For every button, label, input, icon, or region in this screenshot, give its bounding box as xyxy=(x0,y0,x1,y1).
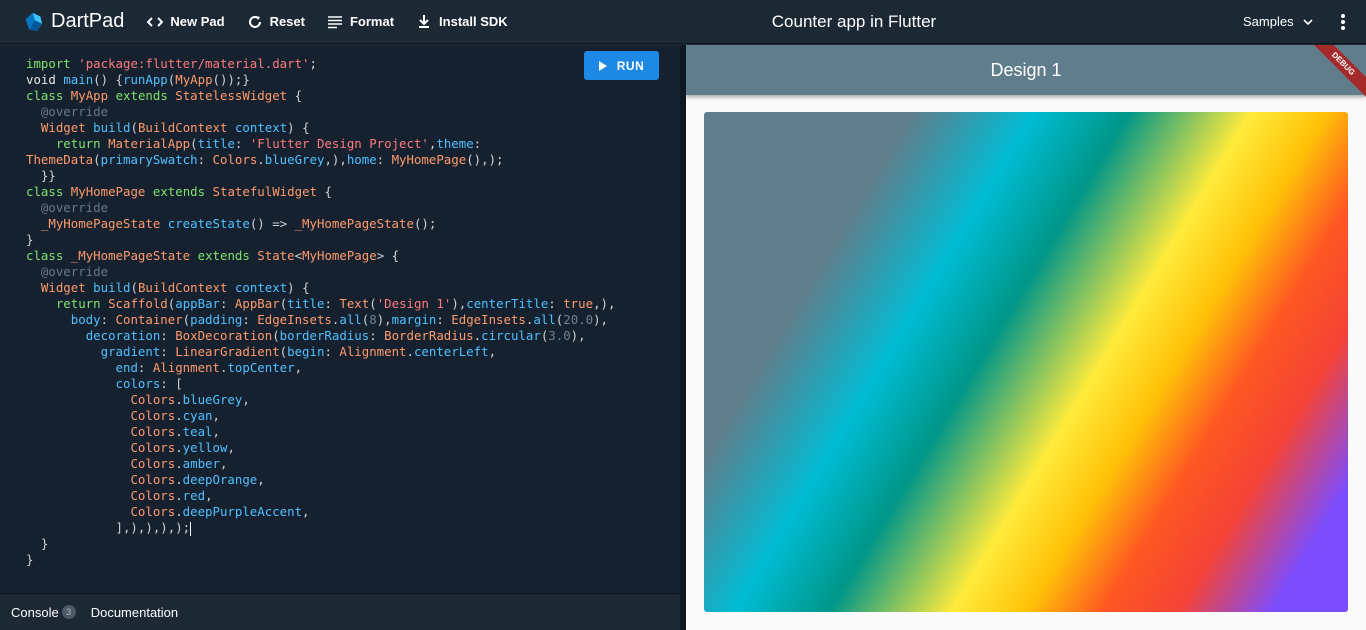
preview-app-bar-title: Design 1 xyxy=(990,59,1062,80)
format-lines-icon xyxy=(327,14,343,30)
install-sdk-button[interactable]: Install SDK xyxy=(416,14,508,30)
dart-logo-icon xyxy=(25,12,43,31)
install-sdk-label: Install SDK xyxy=(439,14,508,29)
code-editor[interactable]: import 'package:flutter/material.dart'; … xyxy=(0,45,680,593)
run-label: RUN xyxy=(616,58,645,73)
more-menu-icon[interactable] xyxy=(1336,12,1350,32)
app-name: DartPad xyxy=(51,10,125,32)
flutter-preview[interactable]: Design 1 DEBUG xyxy=(686,45,1366,630)
preview-app-bar: Design 1 xyxy=(686,45,1366,95)
console-label: Console xyxy=(11,604,59,620)
chevron-down-icon xyxy=(1303,18,1313,25)
format-label: Format xyxy=(349,14,395,29)
download-icon xyxy=(416,14,432,30)
editor-footer: Console 3 Documentation xyxy=(0,593,680,630)
dartpad-logo[interactable]: DartPad xyxy=(22,10,124,33)
code-icon xyxy=(147,14,164,30)
play-icon xyxy=(598,60,607,71)
refresh-icon xyxy=(247,14,263,30)
new-pad-button[interactable]: New Pad xyxy=(147,14,225,30)
code-text[interactable]: import 'package:flutter/material.dart'; … xyxy=(26,56,615,568)
top-bar: DartPad New Pad Reset Format Install SDK… xyxy=(0,0,1366,44)
gradient-container xyxy=(704,112,1348,612)
documentation-label: Documentation xyxy=(90,604,179,620)
samples-label: Samples xyxy=(1243,14,1294,29)
format-button[interactable]: Format xyxy=(327,14,394,30)
reset-button[interactable]: Reset xyxy=(247,14,305,30)
console-count-badge: 3 xyxy=(61,605,76,619)
new-pad-label: New Pad xyxy=(170,14,225,29)
run-button[interactable]: RUN xyxy=(584,51,659,80)
reset-label: Reset xyxy=(269,14,305,29)
samples-dropdown[interactable]: Samples xyxy=(1243,14,1314,29)
console-tab[interactable]: Console 3 xyxy=(11,605,76,620)
documentation-tab[interactable]: Documentation xyxy=(91,605,178,620)
pad-title: Counter app in Flutter xyxy=(771,11,937,31)
